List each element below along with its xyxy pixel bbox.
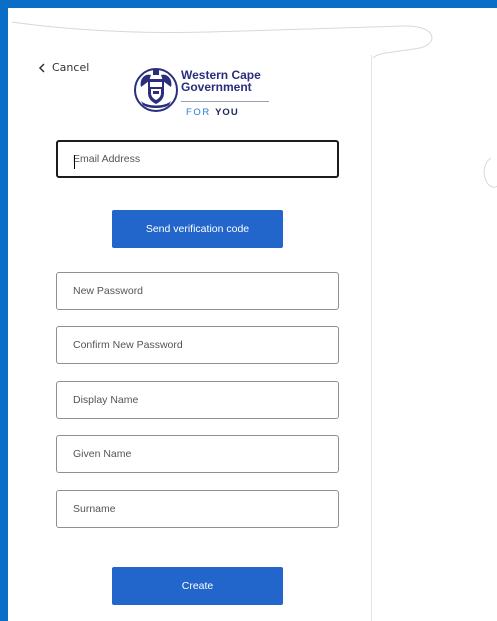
cancel-link[interactable]: Cancel: [38, 61, 89, 74]
browser-content: Cancel Western Cape Government FOR YOU E…: [8, 8, 497, 621]
logo-tagline: FOR YOU: [186, 107, 239, 118]
logo-wordmark: Western Cape Government: [181, 69, 261, 93]
cancel-label: Cancel: [52, 61, 90, 74]
email-field[interactable]: [56, 140, 339, 178]
logo-divider: [181, 101, 269, 102]
sign-up-card: Cancel Western Cape Government FOR YOU E…: [28, 55, 372, 621]
coat-of-arms-icon: [134, 68, 178, 112]
surname-field[interactable]: [56, 490, 339, 528]
logo-tag-bold: YOU: [215, 107, 239, 118]
text-cursor: [74, 155, 75, 169]
wc-government-logo: Western Cape Government FOR YOU: [133, 65, 279, 121]
logo-line2: Government: [181, 80, 252, 94]
logo-tag-prefix: FOR: [186, 107, 216, 118]
display-name-field[interactable]: [56, 381, 339, 419]
send-verification-code-button[interactable]: Send verification code: [112, 210, 283, 248]
given-name-field[interactable]: [56, 435, 339, 473]
create-button[interactable]: Create: [112, 567, 283, 605]
chevron-left-icon: [38, 62, 45, 73]
confirm-password-field[interactable]: [56, 326, 339, 364]
new-password-field[interactable]: [56, 272, 339, 310]
